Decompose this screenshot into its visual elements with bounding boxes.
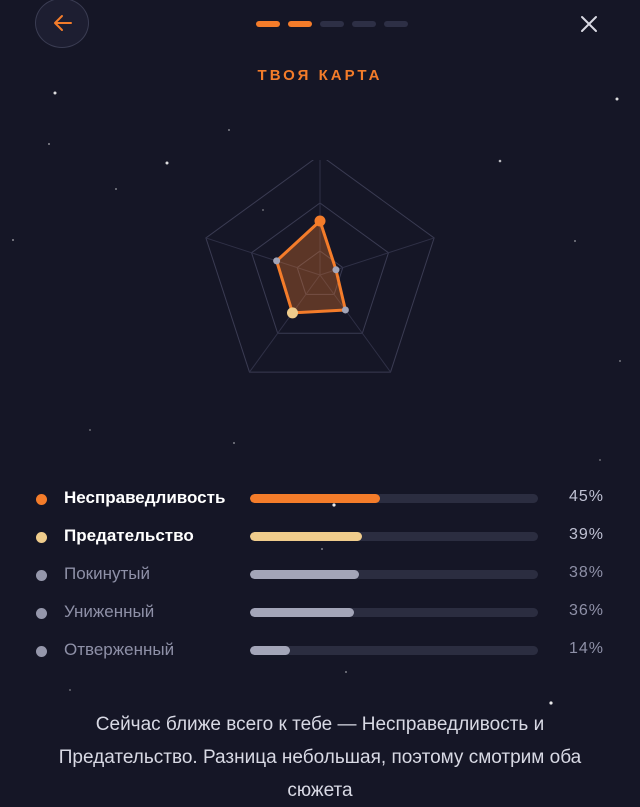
progress-segment (352, 21, 376, 27)
percent-bar-fill (250, 494, 380, 503)
legend-dot (36, 646, 47, 657)
percent-bar-fill (250, 570, 360, 579)
percent-bar-fill (250, 532, 363, 541)
progress-segment (288, 21, 312, 27)
legend-row: Несправедливость 45% (32, 480, 612, 518)
percent-bar-track (250, 532, 538, 541)
percent-bar-track (250, 494, 538, 503)
results-legend: Несправедливость 45% Предательство 39% Покин… (32, 480, 612, 670)
percent-bar-track (250, 570, 538, 579)
percent-bar-fill (250, 646, 291, 655)
arrow-left-icon (54, 15, 72, 31)
radar-point (341, 306, 349, 314)
progress-segment (384, 21, 408, 27)
radar-point (314, 215, 326, 227)
legend-label: Отверженный (64, 640, 175, 659)
close-icon (581, 16, 597, 32)
legend-dot (36, 570, 47, 581)
step-progress (256, 21, 408, 27)
legend-row: Униженный 36% (32, 594, 612, 632)
legend-percent: 45% (568, 488, 604, 505)
legend-row: Отверженный 14% (32, 632, 612, 670)
legend-label: Несправедливость (64, 488, 226, 507)
legend-dot (36, 494, 47, 505)
legend-label: Предательство (64, 526, 194, 545)
percent-bar-track (250, 646, 538, 655)
close-button[interactable] (577, 12, 601, 36)
legend-dot (36, 608, 47, 619)
summary-text: Сейчас ближе всего к тебе — Несправедлив… (58, 714, 582, 801)
legend-label: Покинутый (64, 564, 150, 583)
percent-bar-fill (250, 608, 354, 617)
back-button[interactable] (35, 0, 89, 48)
progress-segment (320, 21, 344, 27)
legend-dot (36, 532, 47, 543)
legend-row: Покинутый 38% (32, 556, 612, 594)
legend-percent: 39% (568, 526, 604, 543)
progress-segment (256, 21, 280, 27)
legend-percent: 38% (568, 564, 604, 581)
starfield-background (12, 91, 621, 705)
radar-point (286, 307, 298, 319)
legend-label: Униженный (64, 602, 155, 621)
legend-percent: 14% (568, 640, 604, 657)
legend-row: Предательство 39% (32, 518, 612, 556)
page-title: ТВОЯ КАРТА (257, 67, 383, 84)
radar-point (273, 257, 281, 265)
radar-chart (205, 160, 435, 373)
radar-point (332, 266, 340, 274)
percent-bar-track (250, 608, 538, 617)
legend-percent: 36% (568, 602, 604, 619)
